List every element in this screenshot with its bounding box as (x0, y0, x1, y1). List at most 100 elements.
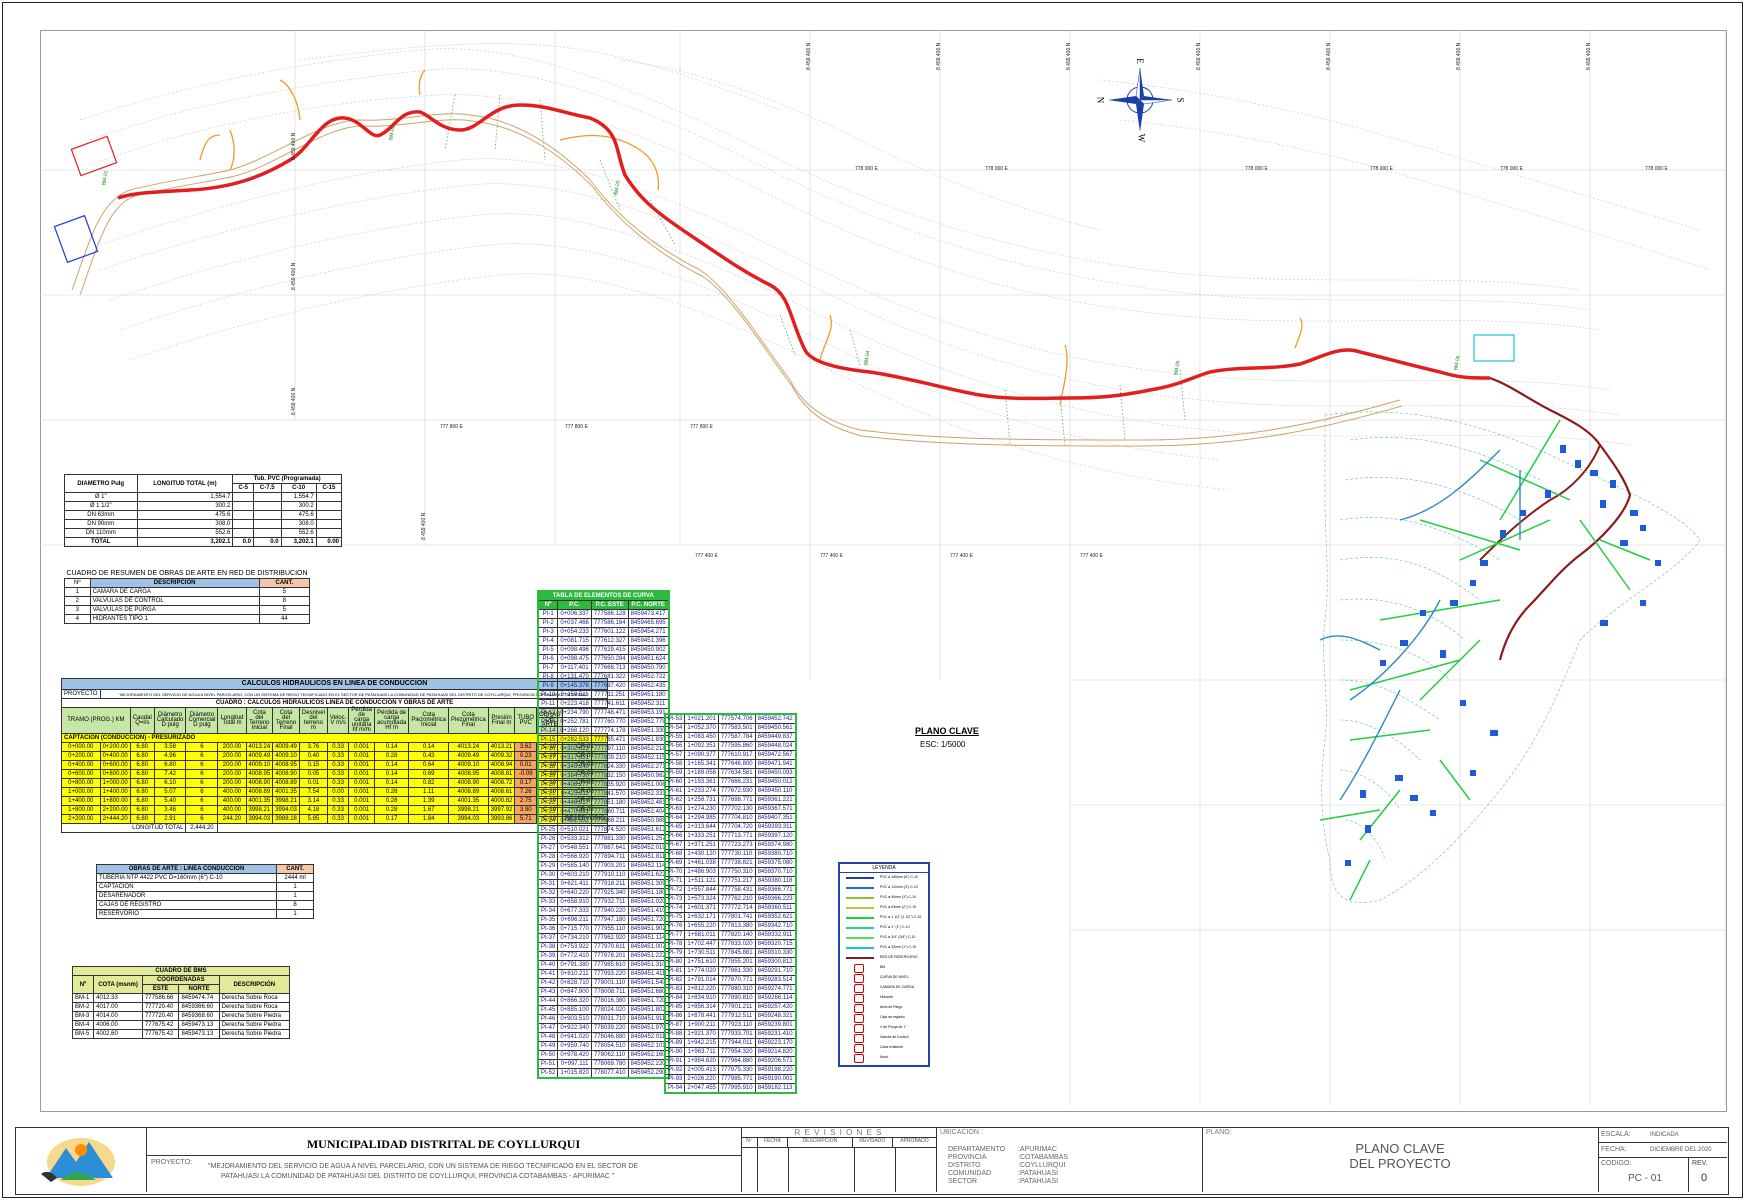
hyd-row: 0+000.00 0+200.00 6.80 3.58 6 200.00 4013.24 40… (61, 742, 608, 752)
curve-cell: 778062.110 (590, 1050, 629, 1060)
curve-cell: PI-83 (664, 984, 686, 994)
curve-cell: PI-2 (537, 618, 559, 628)
hydraulic-table: CALCULOS HIDRAULICOS EN LINEA DE CONDUCC… (60, 678, 608, 833)
diam-cell: 552.6 (136, 528, 234, 538)
curve-cell: 0+959.740 (557, 1041, 592, 1051)
legend-symbol-icon (846, 887, 874, 889)
curve-cell: 8459451.811 (627, 852, 670, 862)
curve-cell: 0+885.100 (557, 1005, 592, 1015)
ubicacion-value: :PATAHUASI (1018, 1178, 1059, 1185)
ubicacion-value: :APURIMAC (1018, 1146, 1057, 1153)
hyd-cell: 6 (185, 814, 219, 824)
ubicacion-row: DEPARTAMENTO:APURIMAC (948, 1146, 1068, 1154)
curve-cell: 777748.471 (590, 708, 629, 718)
hyd-cell: 1.39 (408, 796, 449, 806)
bms-header-cota: COTA (msnm) (93, 975, 143, 994)
curve-cell: 777813.380 (717, 921, 756, 931)
bms-cell: BM-5 (71, 1029, 95, 1039)
bms-row: BM-1 4012.33 777586.66 8459474.74 Derecha So… (71, 993, 291, 1003)
curve-cell: 0+117.401 (557, 663, 592, 673)
hyd-cell: 0.82 (408, 778, 449, 788)
coord-north-3: 8 459 400 N (1066, 42, 1072, 70)
bms-cell: 777675.42 (141, 1029, 180, 1039)
hyd-cell: -0.09 (514, 769, 538, 779)
hyd-cell: 4008.94 (487, 760, 516, 770)
curve-cell: 777595.860 (717, 741, 756, 751)
coord-east-low-1: 777 400 E (695, 553, 718, 559)
ubicacion-row: PROVINCIA:COTABAMBAS (948, 1154, 1068, 1162)
hyd-cell: 0.33 (326, 769, 350, 779)
hyd-cell: 4009.49 (272, 742, 300, 752)
legend-row: PVC ø 1" (1") C-10 (840, 923, 928, 933)
curve-row: PI-90 1+963.711 777954.320 8459214.820 (664, 1047, 797, 1057)
bms-cell: 777586.66 (141, 993, 180, 1003)
curve-cell: 8459452.290 (627, 1068, 670, 1079)
curve-cell: PI-56 (664, 741, 686, 751)
curve-row: PI-58 1+165.341 777646.800 8459471.941 (664, 759, 797, 769)
curve-cell: 1+165.341 (684, 759, 719, 769)
obras-cond-desc: CAPTACION (95, 882, 278, 892)
curve-cell: 0+510.021 (557, 825, 592, 835)
curve-cell: 0+406.277 (557, 780, 592, 790)
hyd-cell: 6.80 (129, 751, 155, 761)
curve-cell: 8459452.101 (627, 1041, 670, 1051)
curve-cell: 0+384.730 (557, 771, 592, 781)
hyd-cell: 2.91 (153, 814, 187, 824)
curve-cell: PI-78 (664, 939, 686, 949)
legend-symbol-icon (854, 974, 864, 983)
legend-box: LEYENDA PVC ø 160mm (6") C-10 PVC ø 110mm… (838, 862, 930, 1067)
curve-row: PI-33 0+658.910 777932.711 8459451.020 (537, 897, 670, 907)
plano-cell: PLANO: PLANO CLAVE DEL PROYECTO (1202, 1128, 1599, 1192)
diam-cell: 300.2 (136, 501, 234, 511)
curve-row: PI-24 0+491.552 777868.211 8459450.988 (537, 816, 670, 826)
coord-east-low-2: 777 400 E (820, 553, 843, 559)
curve-cell: 1+333.251 (684, 831, 719, 841)
hyd-row: 0+400.00 0+600.00 6.80 6.80 6 200.00 4009.10 40… (61, 760, 608, 770)
curve-cell: 777890.810 (717, 993, 756, 1003)
hyd-cell: 6 (185, 751, 219, 761)
curve-cell: 777774.178 (590, 726, 629, 736)
curve-cell: 0+847.900 (557, 987, 592, 997)
obras-cond-cant: 1 (276, 891, 314, 901)
curve-cell: PI-22 (537, 798, 559, 808)
hyd-cell: 4009.49 (245, 751, 274, 761)
curve-cell: PI-46 (537, 1014, 559, 1024)
obras-cond-title: OBRAS DE ARTE : LINEA CONDUCCION (95, 864, 278, 874)
curve-cell: 777870.771 (717, 975, 756, 985)
curve-cell: 778077.410 (590, 1068, 629, 1079)
hyd-cell: 0.33 (326, 805, 350, 815)
hyd-cell: 4008.72 (487, 778, 516, 788)
curve-cell: 8459451.622 (627, 870, 670, 880)
legend-row: PVC ø 90mm (3") C-10 (840, 893, 928, 903)
curve-row: PI-63 1+274.230 777702.130 8459367.571 (664, 804, 797, 814)
proyecto-line2: PATAHUASI LA COMUNIDAD DE PATAHUASI DEL … (221, 1173, 615, 1180)
coord-east-4: 778 000 E (1370, 166, 1393, 172)
hyd-cell: 6 (185, 778, 219, 788)
curve-cell: 777845.881 (717, 948, 756, 958)
coord-north-6: 8 459 400 N (1456, 42, 1462, 70)
legend-symbol-icon (854, 1014, 864, 1023)
obras-cond-row: CAPTACION 1 (95, 882, 314, 892)
curve-cell: 778016.380 (590, 996, 629, 1006)
curve-row: PI-65 1+313.644 777704.720 8459393.311 (664, 822, 797, 832)
curve-row: PI-85 1+856.314 777901.211 8459257.420 (664, 1002, 797, 1012)
hyd-cell: 400.00 (217, 805, 247, 815)
hyd-header: TRAMO (PROG.) KM (61, 707, 131, 734)
hyd-cell: 5.40 (153, 796, 187, 806)
hyd-cell: 0.001 (348, 778, 375, 788)
legend-symbol-icon (846, 947, 874, 949)
curve-cell: PI-71 (664, 876, 686, 886)
curve-cell: 0+585.140 (557, 861, 592, 871)
hyd-cell: 3997.92 (487, 805, 516, 815)
curve-row: PI-62 1+258.731 777688.771 8459361.221 (664, 795, 797, 805)
curve-row: PI-92 2+005.413 777975.330 8459198.220 (664, 1065, 797, 1075)
curve-cell: 8459283.514 (754, 975, 797, 985)
curve-cell: PI-6 (537, 654, 559, 664)
hyd-row: 1+000.00 1+400.00 6.80 5.07 6 400.00 4008.89 40… (61, 787, 608, 797)
curve-cell: 8459452.220 (627, 1059, 670, 1069)
curve-cell: 777970.611 (590, 942, 629, 952)
hyd-cell: 5.07 (153, 787, 187, 797)
hyd-header: Diámetro Comercial D pulg (185, 707, 219, 734)
curve-cell: 777940.220 (590, 906, 629, 916)
bms-cell: 777720.40 (141, 1011, 180, 1021)
